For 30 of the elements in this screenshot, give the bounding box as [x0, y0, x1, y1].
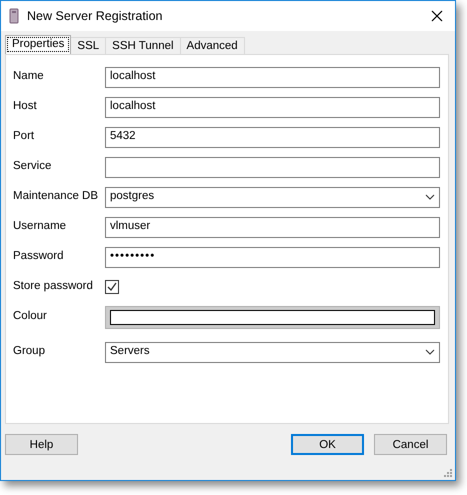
input-field[interactable] — [105, 156, 440, 178]
resize-grip-icon[interactable] — [443, 468, 452, 477]
field-label: Host — [13, 99, 38, 114]
input-field[interactable]: localhost — [105, 66, 440, 88]
window-title: New Server Registration — [27, 8, 164, 25]
field-label: Colour — [13, 309, 48, 324]
field-label: Password — [13, 249, 64, 264]
input-field[interactable]: vlmuser — [105, 216, 440, 238]
caret-icon — [425, 194, 435, 200]
input-field[interactable]: 5432 — [105, 126, 440, 148]
caret-icon — [425, 349, 435, 355]
password-field[interactable]: ••••••••• — [105, 246, 440, 268]
checkbox[interactable] — [105, 280, 119, 294]
input-field[interactable]: localhost — [105, 96, 440, 118]
tab[interactable]: Advanced — [180, 37, 245, 54]
tab[interactable]: Properties — [5, 35, 72, 54]
field-label: Port — [13, 129, 36, 144]
dropdown[interactable]: postgres — [105, 186, 440, 208]
colour-picker[interactable] — [105, 306, 440, 328]
field-label: Service — [13, 159, 52, 174]
field-label: Group — [13, 344, 46, 360]
field-label: Name — [13, 69, 45, 84]
ok-button[interactable]: OK — [291, 434, 364, 455]
help-button[interactable]: Help — [5, 434, 78, 455]
dropdown[interactable]: Servers — [105, 342, 440, 362]
server-icon — [9, 8, 19, 24]
field-label: Store password — [13, 279, 94, 294]
field-label: Maintenance DB — [13, 189, 100, 204]
cancel-button[interactable]: Cancel — [374, 434, 447, 455]
field-label: Username — [13, 219, 68, 234]
